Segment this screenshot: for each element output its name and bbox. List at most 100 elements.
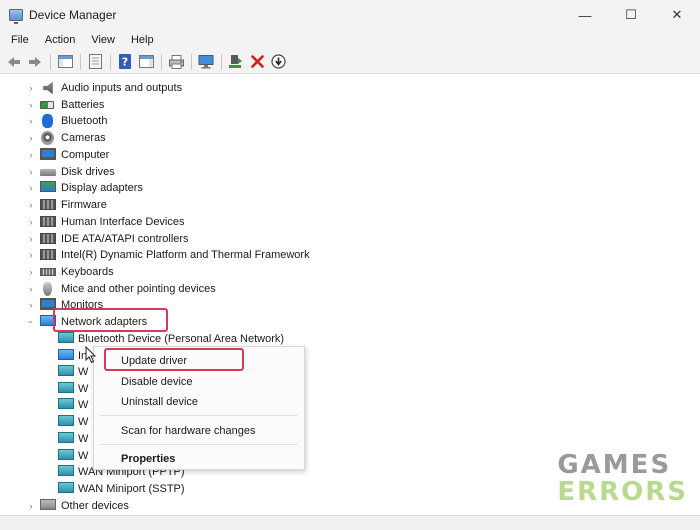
camera-icon: [41, 131, 54, 145]
chevron-right-icon[interactable]: ›: [27, 133, 35, 143]
update-driver-icon[interactable]: [227, 53, 245, 71]
status-bar: [0, 515, 700, 530]
forward-arrow-icon[interactable]: [26, 53, 44, 71]
console-tree-icon[interactable]: [56, 53, 74, 71]
window-controls: — ☐ ✕: [562, 0, 700, 30]
tree-category-label: Intel(R) Dynamic Platform and Thermal Fr…: [61, 249, 310, 261]
tree-category-label: Other devices: [61, 500, 129, 512]
chevron-right-icon[interactable]: ›: [27, 217, 35, 227]
chevron-right-icon[interactable]: ›: [27, 234, 35, 244]
tree-category-other-devices[interactable]: › Other devices: [0, 498, 260, 515]
menu-action[interactable]: Action: [40, 34, 81, 46]
menu-file[interactable]: File: [6, 34, 34, 46]
menu-view[interactable]: View: [86, 34, 120, 46]
bluetooth-icon: [42, 114, 53, 128]
disable-device-icon[interactable]: [269, 53, 287, 71]
chevron-right-icon[interactable]: ›: [27, 150, 35, 160]
chevron-right-icon[interactable]: ›: [27, 267, 35, 277]
tree-category-audio[interactable]: › Audio inputs and outputs: [0, 80, 260, 97]
menu-scan-hardware[interactable]: Scan for hardware changes: [121, 425, 256, 437]
tree-category-firmware[interactable]: › Firmware: [0, 197, 260, 214]
tree-category-label: Firmware: [61, 199, 107, 211]
back-arrow-icon[interactable]: [5, 53, 23, 71]
close-button[interactable]: ✕: [654, 0, 700, 30]
chevron-right-icon[interactable]: ›: [27, 200, 35, 210]
tree-category-ide[interactable]: › IDE ATA/ATAPI controllers: [0, 231, 260, 248]
menu-separator: [100, 444, 298, 445]
tree-category-bluetooth[interactable]: › Bluetooth: [0, 113, 260, 130]
tree-category-label: Human Interface Devices: [61, 216, 185, 228]
tree-category-intel-dptf[interactable]: › Intel(R) Dynamic Platform and Thermal …: [0, 247, 310, 264]
tree-child-wan-sstp[interactable]: WAN Miniport (SSTP): [0, 481, 220, 498]
toolbar-separator: [191, 53, 192, 70]
network-adapter-icon: [58, 365, 74, 376]
chip-icon: [40, 249, 56, 260]
chevron-right-icon[interactable]: ›: [27, 116, 35, 126]
tree-category-mice[interactable]: › Mice and other pointing devices: [0, 281, 260, 298]
tree-child-adapter[interactable]: W: [0, 448, 100, 465]
chevron-right-icon[interactable]: ›: [27, 501, 35, 511]
hid-icon: [40, 216, 56, 227]
properties-icon[interactable]: [86, 53, 104, 71]
watermark-logo: GAMES ERRORS: [557, 452, 688, 506]
tree-child-adapter[interactable]: W: [0, 397, 100, 414]
tree-category-label: Batteries: [61, 99, 105, 111]
network-adapter-icon: [58, 449, 74, 460]
chevron-down-icon[interactable]: ›: [26, 318, 36, 326]
tree-category-disk-drives[interactable]: › Disk drives: [0, 164, 260, 181]
network-adapter-icon: [58, 465, 74, 476]
chevron-right-icon[interactable]: ›: [27, 83, 35, 93]
chevron-right-icon[interactable]: ›: [27, 284, 35, 294]
tree-category-keyboards[interactable]: › Keyboards: [0, 264, 260, 281]
network-adapter-icon: [58, 382, 74, 393]
tree-child-label: W: [78, 383, 89, 395]
speaker-icon: [43, 81, 53, 95]
network-adapter-icon: [58, 332, 74, 343]
tree-category-label: Bluetooth: [61, 115, 108, 127]
uninstall-device-icon[interactable]: [248, 53, 266, 71]
menu-uninstall-device[interactable]: Uninstall device: [121, 396, 198, 408]
maximize-button[interactable]: ☐: [608, 0, 654, 30]
chevron-right-icon[interactable]: ›: [27, 183, 35, 193]
chevron-right-icon[interactable]: ›: [27, 167, 35, 177]
network-adapter-icon: [58, 398, 74, 409]
tree-child-adapter[interactable]: W: [0, 381, 100, 398]
watermark-games: GAMES: [557, 450, 672, 480]
tree-child-adapter[interactable]: W: [0, 364, 100, 381]
network-adapters-highlight: [53, 308, 168, 332]
tree-child-label: W: [78, 366, 89, 378]
tree-child-label: Bluetooth Device (Personal Area Network): [78, 333, 285, 345]
minimize-button[interactable]: —: [562, 0, 608, 30]
menu-separator: [100, 415, 298, 416]
tree-child-adapter[interactable]: W: [0, 431, 100, 448]
watermark-errors: ERRORS: [557, 477, 688, 507]
menu-disable-device[interactable]: Disable device: [121, 376, 193, 388]
tree-category-label: Cameras: [61, 132, 106, 144]
menu-help[interactable]: Help: [126, 34, 159, 46]
tree-child-label: W: [78, 399, 89, 411]
keyboard-icon: [40, 268, 56, 276]
window-title: Device Manager: [29, 8, 117, 22]
tree-category-display-adapters[interactable]: › Display adapters: [0, 180, 260, 197]
print-icon[interactable]: [167, 53, 185, 71]
action-pane-icon[interactable]: [137, 53, 155, 71]
tree-category-batteries[interactable]: › Batteries: [0, 97, 260, 114]
network-adapter-icon: [58, 432, 74, 443]
network-adapter-icon: [58, 349, 74, 360]
chevron-right-icon[interactable]: ›: [27, 100, 35, 110]
tree-category-hid[interactable]: › Human Interface Devices: [0, 214, 260, 231]
ide-controller-icon: [40, 233, 56, 244]
tree-category-cameras[interactable]: › Cameras: [0, 130, 260, 147]
help-icon[interactable]: ?: [116, 53, 134, 71]
tree-category-computer[interactable]: › Computer: [0, 147, 260, 164]
menu-properties[interactable]: Properties: [121, 453, 175, 465]
computer-icon: [40, 148, 56, 160]
tree-category-label: IDE ATA/ATAPI controllers: [61, 233, 189, 245]
chevron-right-icon[interactable]: ›: [27, 300, 35, 310]
tree-category-label: Mice and other pointing devices: [61, 283, 216, 295]
tree-child-adapter[interactable]: W: [0, 414, 100, 431]
mouse-cursor-icon: [85, 346, 97, 364]
scan-hardware-icon[interactable]: [197, 53, 215, 71]
chevron-right-icon[interactable]: ›: [27, 250, 35, 260]
toolbar-separator: [110, 53, 111, 70]
